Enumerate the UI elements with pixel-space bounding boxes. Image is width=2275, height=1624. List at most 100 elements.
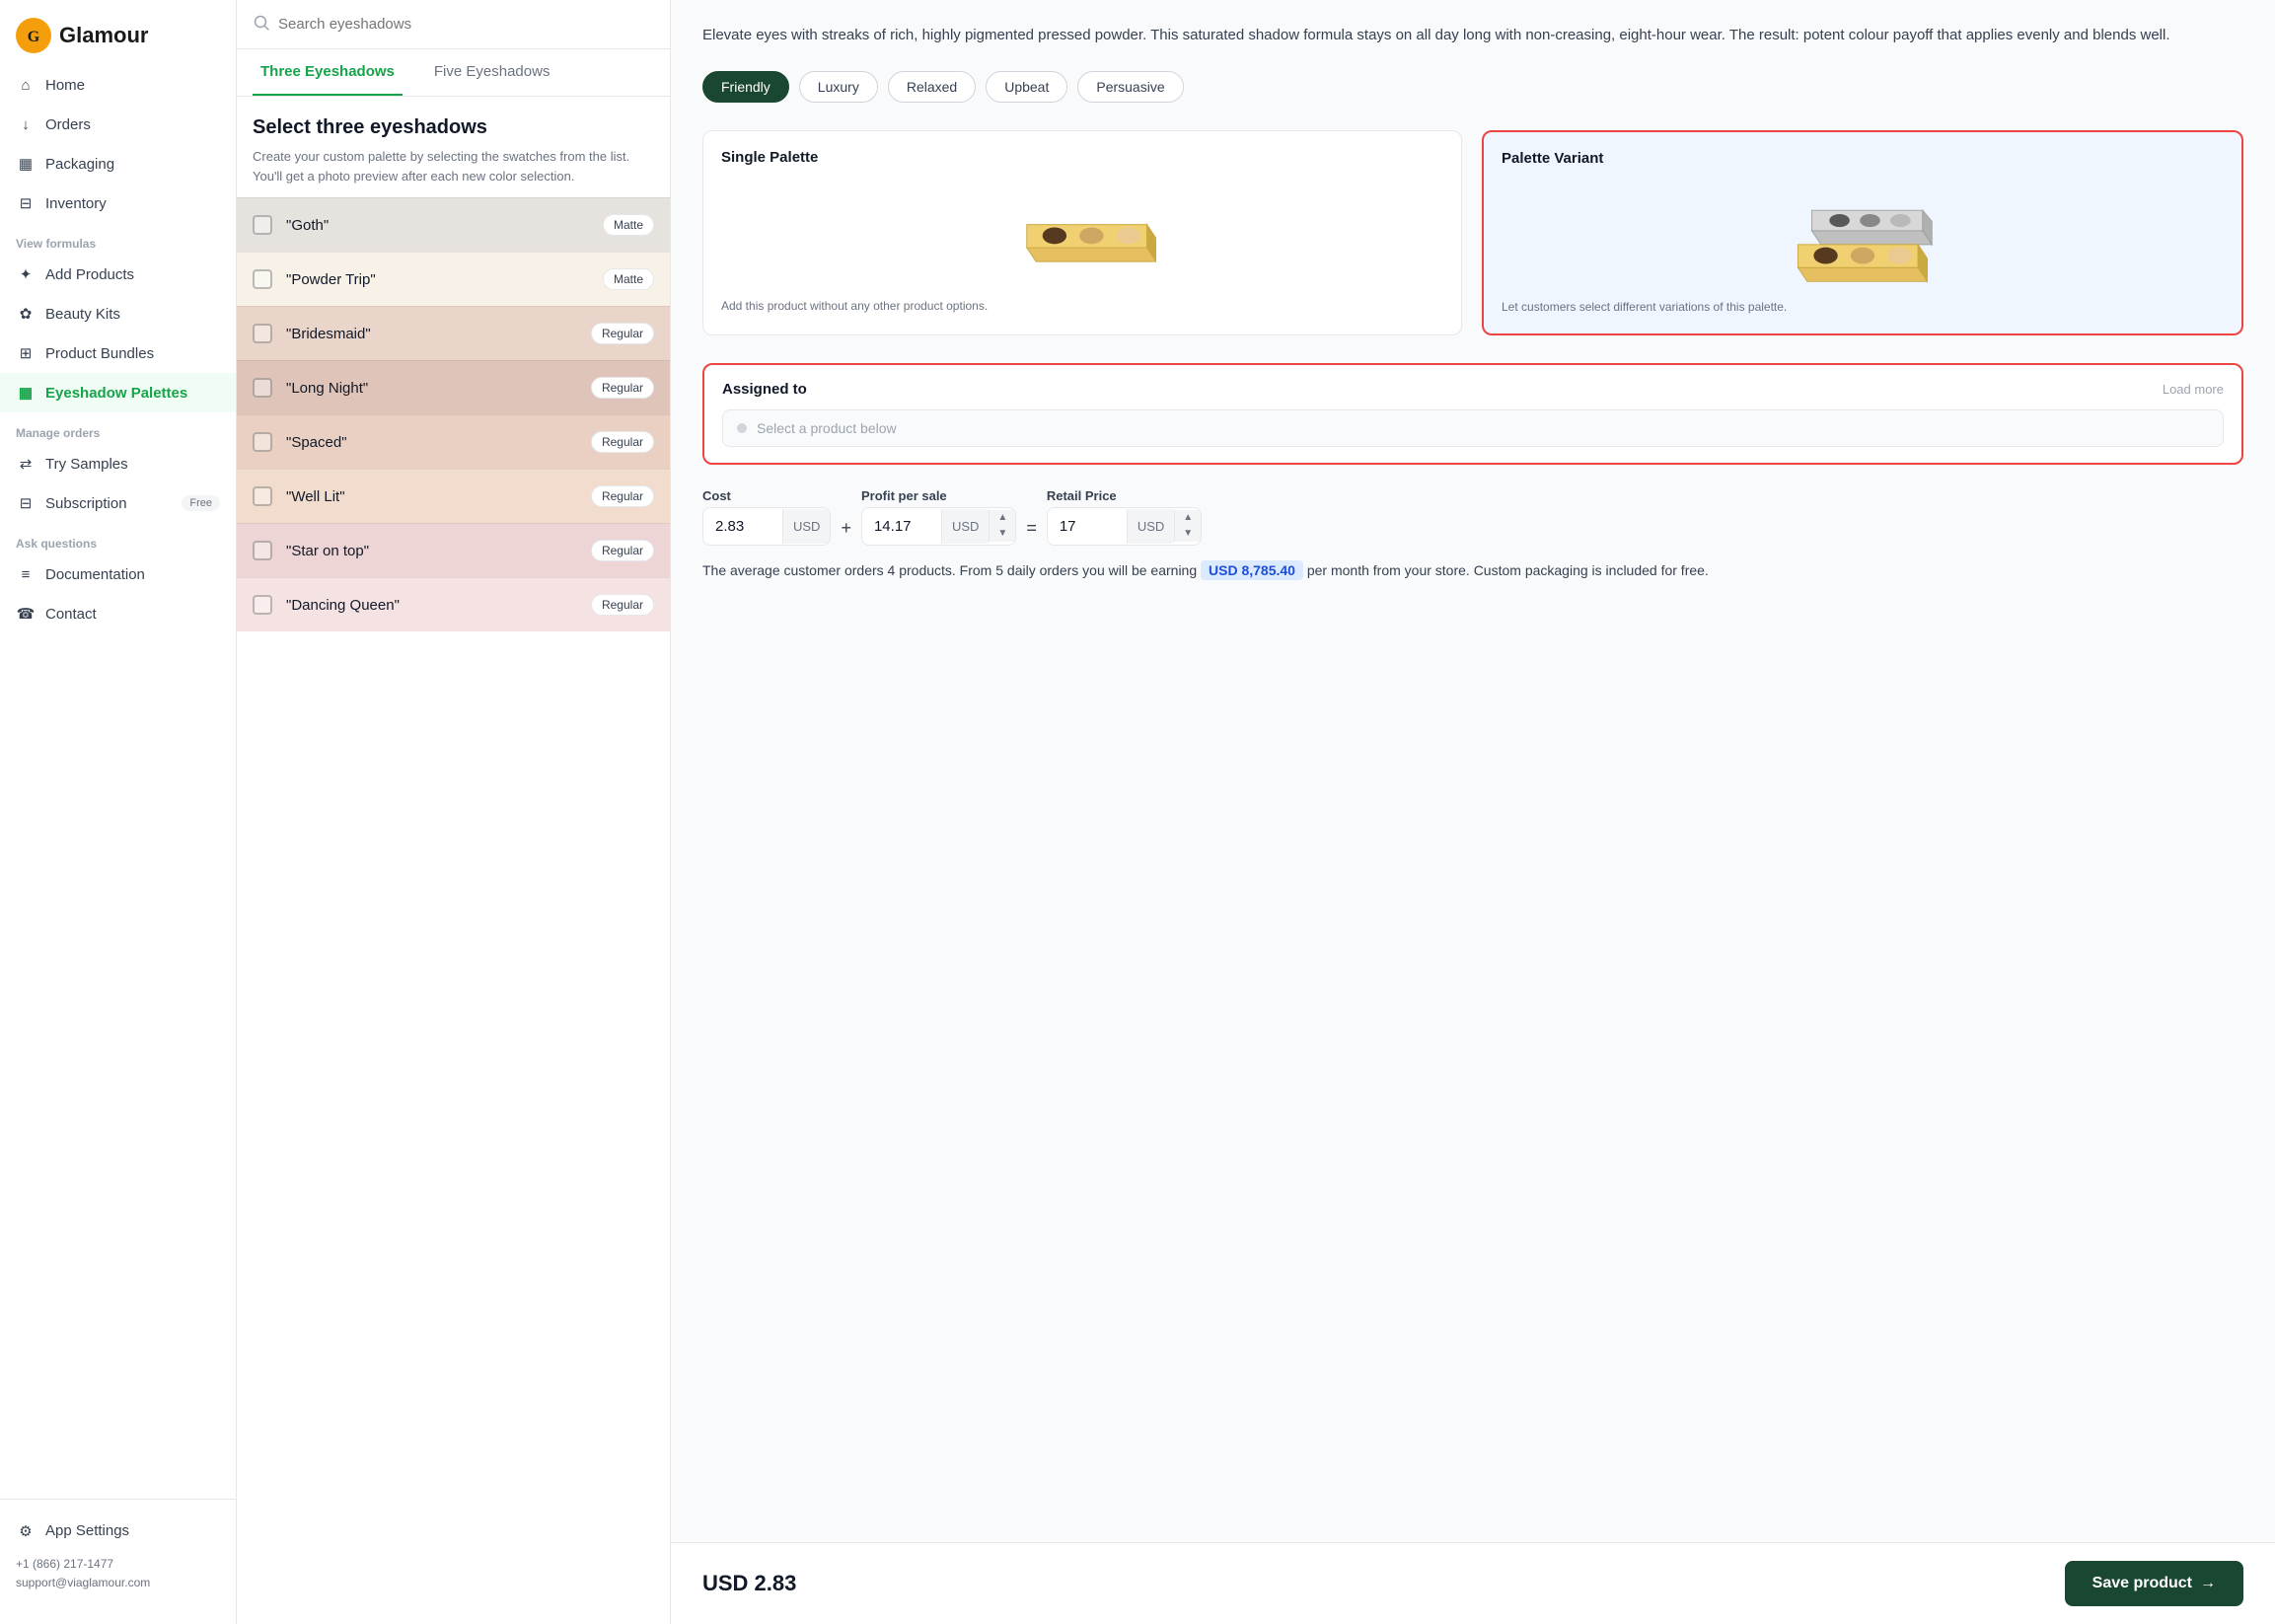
view-formulas-label: View formulas — [0, 223, 236, 255]
tone-pills: Friendly Luxury Relaxed Upbeat Persuasive — [702, 71, 2243, 103]
save-product-label: Save product — [2092, 1575, 2192, 1592]
eyeshadow-item[interactable]: "Dancing Queen"Regular — [237, 577, 670, 631]
save-product-button[interactable]: Save product → — [2065, 1561, 2243, 1606]
eyeshadow-name: "Spaced" — [286, 434, 591, 451]
eyeshadow-item[interactable]: "Bridesmaid"Regular — [237, 306, 670, 360]
eyeshadow-name: "Long Night" — [286, 380, 591, 397]
palette-card-single-desc: Add this product without any other produ… — [721, 298, 1443, 315]
sidebar-item-add-products-label: Add Products — [45, 266, 134, 283]
search-input[interactable] — [278, 16, 654, 33]
home-icon: ⌂ — [16, 75, 36, 95]
eyeshadow-name: "Star on top" — [286, 543, 591, 559]
contact-info: +1 (866) 217-1477 support@viaglamour.com — [16, 1555, 220, 1592]
eyeshadow-checkbox[interactable] — [253, 541, 272, 560]
profit-arrows: ▲ ▼ — [989, 510, 1015, 542]
sidebar-item-subscription[interactable]: ⊟ Subscription Free — [0, 483, 236, 523]
tab-five-eyeshadows[interactable]: Five Eyeshadows — [426, 49, 558, 96]
eyeshadow-checkbox[interactable] — [253, 324, 272, 343]
add-products-icon: ✦ — [16, 264, 36, 284]
eyeshadow-checkbox[interactable] — [253, 378, 272, 398]
search-icon — [253, 14, 270, 35]
retail-arrows: ▲ ▼ — [1174, 510, 1201, 542]
earnings-highlight: USD 8,785.40 — [1201, 560, 1303, 580]
eyeshadow-checkbox[interactable] — [253, 595, 272, 615]
palette-card-single[interactable]: Single Palette — [702, 130, 1462, 335]
sidebar-item-try-samples[interactable]: ⇄ Try Samples — [0, 444, 236, 483]
cost-field: USD — [702, 507, 831, 546]
assigned-select-field[interactable]: Select a product below — [722, 409, 2224, 447]
profit-field: USD ▲ ▼ — [861, 507, 1016, 546]
earnings-text-2: per month from your store. Custom packag… — [1307, 562, 1709, 578]
sidebar-item-product-bundles[interactable]: ⊞ Product Bundles — [0, 333, 236, 373]
profit-up-arrow[interactable]: ▲ — [990, 510, 1015, 526]
eyeshadow-item[interactable]: "Powder Trip"Matte — [237, 252, 670, 306]
middle-header: Select three eyeshadows Create your cust… — [237, 97, 670, 197]
eyeshadow-item[interactable]: "Well Lit"Regular — [237, 469, 670, 523]
glamour-logo-icon: G — [16, 18, 51, 53]
eyeshadow-name: "Goth" — [286, 217, 603, 234]
sidebar-item-eyeshadow-palettes-label: Eyeshadow Palettes — [45, 385, 187, 402]
tone-pill-friendly[interactable]: Friendly — [702, 71, 789, 103]
retail-input[interactable] — [1048, 508, 1127, 545]
retail-currency: USD — [1127, 509, 1174, 544]
product-description: Elevate eyes with streaks of rich, highl… — [702, 24, 2243, 47]
palette-card-variant[interactable]: Palette Variant — [1482, 130, 2243, 335]
sidebar-item-packaging[interactable]: ▦ Packaging — [0, 144, 236, 184]
load-more-button[interactable]: Load more — [2163, 382, 2224, 397]
sidebar-item-beauty-kits-label: Beauty Kits — [45, 306, 120, 323]
logo-area: G Glamour — [0, 0, 236, 65]
sidebar-item-beauty-kits[interactable]: ✿ Beauty Kits — [0, 294, 236, 333]
eyeshadow-checkbox[interactable] — [253, 486, 272, 506]
sidebar-item-add-products[interactable]: ✦ Add Products — [0, 255, 236, 294]
product-bundles-icon: ⊞ — [16, 343, 36, 363]
tone-pill-luxury[interactable]: Luxury — [799, 71, 878, 103]
settings-icon: ⚙ — [16, 1521, 36, 1541]
sidebar-item-contact[interactable]: ☎ Contact — [0, 594, 236, 633]
palette-card-single-title: Single Palette — [721, 149, 1443, 166]
sidebar-item-inventory[interactable]: ⊟ Inventory — [0, 184, 236, 223]
assigned-dot-icon — [737, 423, 747, 433]
eyeshadow-checkbox[interactable] — [253, 432, 272, 452]
sidebar-item-documentation[interactable]: ≡ Documentation — [0, 554, 236, 594]
app-settings-label: App Settings — [45, 1522, 129, 1539]
sidebar-item-eyeshadow-palettes[interactable]: ▦ Eyeshadow Palettes — [0, 373, 236, 412]
packaging-icon: ▦ — [16, 154, 36, 174]
tone-pill-persuasive[interactable]: Persuasive — [1077, 71, 1183, 103]
eyeshadow-item[interactable]: "Star on top"Regular — [237, 523, 670, 577]
phone-number: +1 (866) 217-1477 — [16, 1555, 220, 1574]
eyeshadow-name: "Bridesmaid" — [286, 326, 591, 342]
tone-pill-upbeat[interactable]: Upbeat — [986, 71, 1067, 103]
right-panel: Elevate eyes with streaks of rich, highl… — [671, 0, 2275, 1624]
eyeshadow-name: "Powder Trip" — [286, 271, 603, 288]
subscription-badge: Free — [182, 495, 220, 511]
retail-up-arrow[interactable]: ▲ — [1175, 510, 1201, 526]
palette-card-variant-title: Palette Variant — [1502, 150, 2224, 167]
search-bar — [237, 0, 670, 49]
eyeshadow-item[interactable]: "Goth"Matte — [237, 197, 670, 252]
cost-input[interactable] — [703, 508, 782, 545]
beauty-kits-icon: ✿ — [16, 304, 36, 324]
sidebar-item-home[interactable]: ⌂ Home — [0, 65, 236, 105]
profit-input[interactable] — [862, 508, 941, 545]
palette-visual-variant — [1502, 181, 2224, 289]
eyeshadow-item[interactable]: "Spaced"Regular — [237, 414, 670, 469]
middle-heading: Select three eyeshadows — [253, 116, 654, 139]
assigned-placeholder: Select a product below — [757, 420, 897, 436]
earnings-text-1: The average customer orders 4 products. … — [702, 562, 1197, 578]
tab-three-eyeshadows[interactable]: Three Eyeshadows — [253, 49, 403, 96]
eyeshadow-checkbox[interactable] — [253, 269, 272, 289]
eyeshadow-checkbox[interactable] — [253, 215, 272, 235]
middle-subheading: Create your custom palette by selecting … — [253, 147, 654, 185]
documentation-icon: ≡ — [16, 564, 36, 584]
single-palette-svg — [1008, 187, 1156, 280]
eyeshadow-item[interactable]: "Long Night"Regular — [237, 360, 670, 414]
profit-down-arrow[interactable]: ▼ — [990, 526, 1015, 542]
eyeshadow-list-container: Select three eyeshadows Create your cust… — [237, 97, 670, 1624]
subscription-icon: ⊟ — [16, 493, 36, 513]
tone-pill-relaxed[interactable]: Relaxed — [888, 71, 976, 103]
cost-label: Cost — [702, 488, 831, 503]
try-samples-icon: ⇄ — [16, 454, 36, 474]
sidebar-item-orders[interactable]: ↓ Orders — [0, 105, 236, 144]
retail-down-arrow[interactable]: ▼ — [1175, 526, 1201, 542]
app-settings-item[interactable]: ⚙ App Settings — [16, 1512, 220, 1551]
